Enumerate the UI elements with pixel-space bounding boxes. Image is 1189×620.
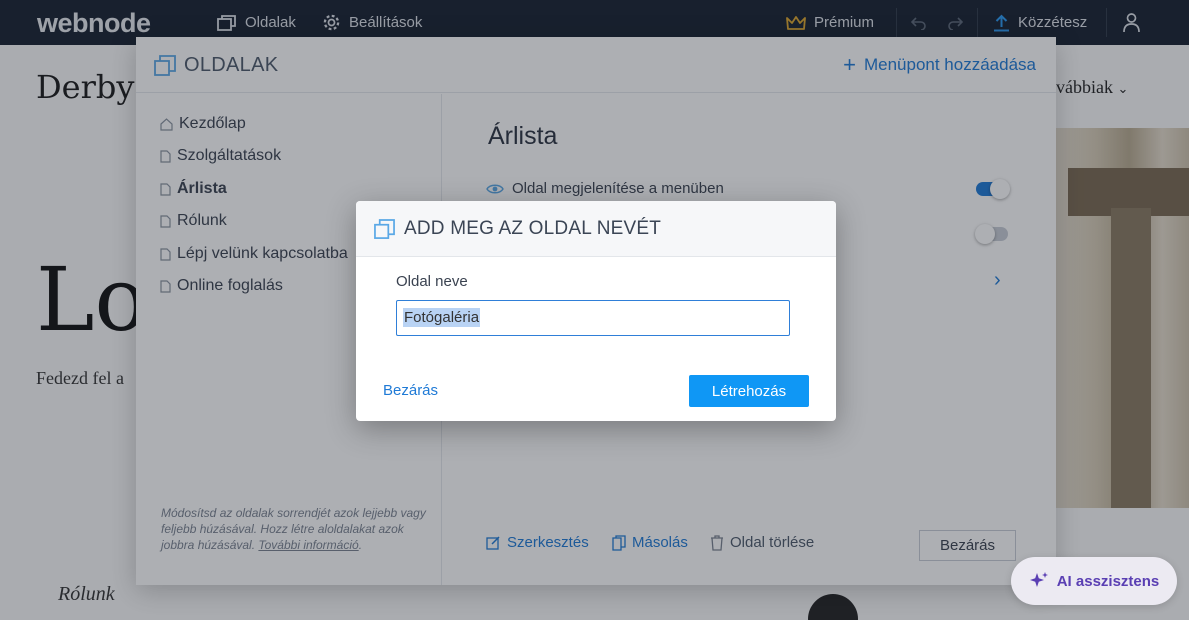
ai-assistant-label: AI asszisztens bbox=[1056, 572, 1160, 590]
ai-assistant-button[interactable]: AI asszisztens bbox=[1011, 557, 1177, 605]
page-name-label: Oldal neve bbox=[396, 273, 468, 290]
create-page-button[interactable]: Létrehozás bbox=[689, 375, 809, 407]
sparkle-icon bbox=[1029, 572, 1048, 587]
pages-icon bbox=[374, 219, 395, 239]
page-name-selected-text: Fotógaléria bbox=[403, 308, 481, 327]
dialog-title: ADD MEG AZ OLDAL NEVÉT bbox=[404, 218, 662, 239]
dialog-header: ADD MEG AZ OLDAL NEVÉT bbox=[356, 201, 836, 257]
page-name-dialog: ADD MEG AZ OLDAL NEVÉT Oldal neve Fotóga… bbox=[356, 201, 836, 421]
dialog-close-button[interactable]: Bezárás bbox=[383, 382, 438, 399]
